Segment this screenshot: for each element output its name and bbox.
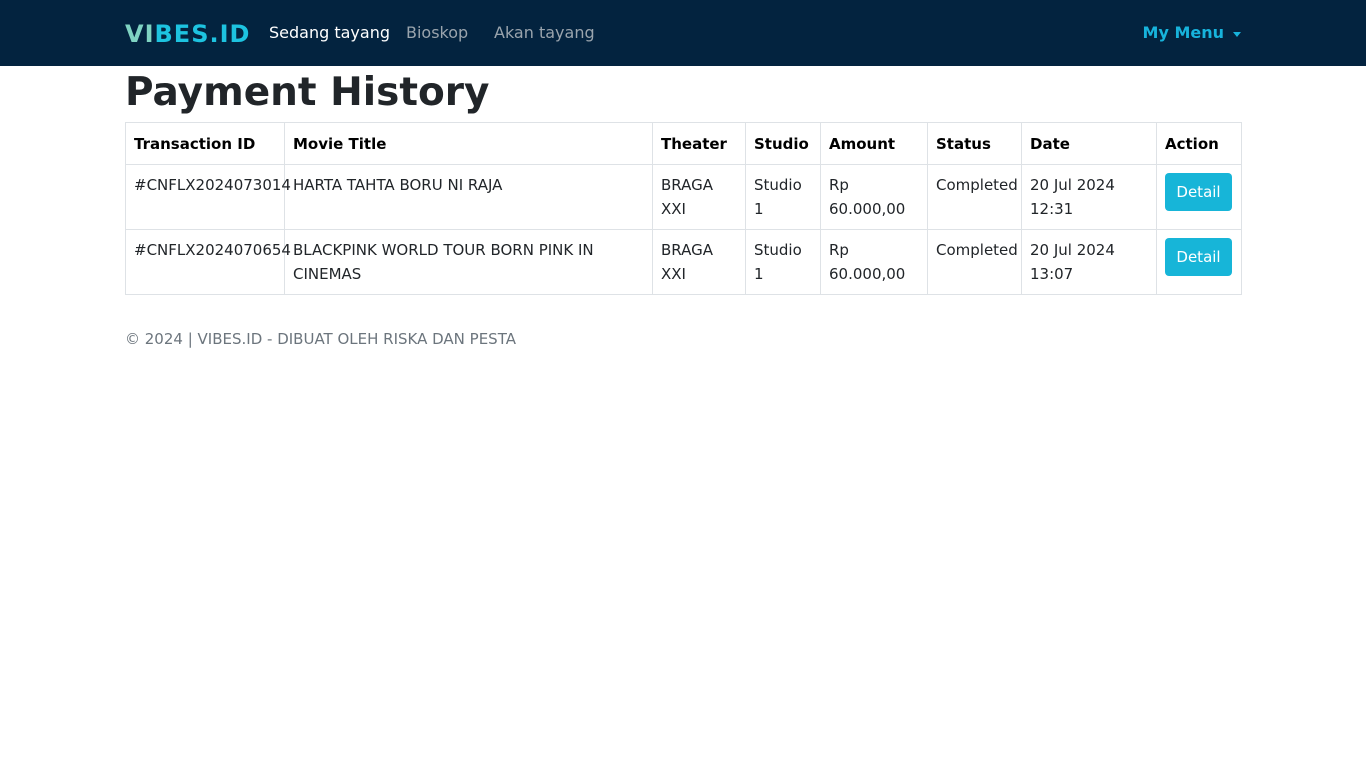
header-studio: Studio (745, 122, 821, 165)
table-row: #CNFLX2024073014 HARTA TAHTA BORU NI RAJ… (125, 164, 1242, 230)
my-menu-dropdown[interactable]: My Menu (1143, 22, 1241, 44)
my-menu-label: My Menu (1142, 23, 1224, 42)
cell-status: Completed (927, 229, 1022, 295)
payment-history-table: Transaction ID Movie Title Theater Studi… (125, 122, 1242, 295)
cell-transaction-id: #CNFLX2024073014 (125, 164, 291, 230)
brand-logo[interactable]: VIBES.ID (125, 20, 250, 48)
table-header: Transaction ID Movie Title Theater Studi… (125, 122, 1242, 165)
cell-studio: Studio 1 (745, 229, 821, 295)
cell-date: 20 Jul 2024 12:31 (1021, 164, 1157, 230)
header-action: Action (1156, 122, 1242, 165)
header-transaction-id: Transaction ID (125, 122, 285, 165)
cell-amount: Rp 60.000,00 (820, 229, 928, 295)
header-date: Date (1021, 122, 1157, 165)
header-movie-title: Movie Title (284, 122, 653, 165)
cell-movie-title: BLACKPINK WORLD TOUR BORN PINK IN CINEMA… (284, 229, 653, 295)
table-header-row: Transaction ID Movie Title Theater Studi… (125, 122, 1242, 165)
top-navbar: VIBES.ID Sedang tayang Bioskop Akan taya… (0, 0, 1366, 66)
detail-button[interactable]: Detail (1165, 238, 1232, 276)
table-body: #CNFLX2024073014 HARTA TAHTA BORU NI RAJ… (125, 164, 1242, 295)
cell-status: Completed (927, 164, 1022, 230)
brand-text-part2: BES.ID (154, 20, 251, 48)
cell-theater: BRAGA XXI (652, 229, 746, 295)
cell-action: Detail (1156, 229, 1242, 295)
cell-amount: Rp 60.000,00 (820, 164, 928, 230)
nav-link-bioskop[interactable]: Bioskop (406, 22, 468, 44)
header-theater: Theater (652, 122, 746, 165)
cell-transaction-id: #CNFLX2024070654 (125, 229, 291, 295)
header-status: Status (927, 122, 1022, 165)
header-amount: Amount (820, 122, 928, 165)
page-title: Payment History (125, 70, 490, 115)
nav-link-akan-tayang[interactable]: Akan tayang (494, 22, 595, 44)
cell-movie-title: HARTA TAHTA BORU NI RAJA (284, 164, 653, 230)
cell-theater: BRAGA XXI (652, 164, 746, 230)
cell-date: 20 Jul 2024 13:07 (1021, 229, 1157, 295)
table-row: #CNFLX2024070654 BLACKPINK WORLD TOUR BO… (125, 229, 1242, 295)
footer-text: © 2024 | VIBES.ID - DIBUAT OLEH RISKA DA… (125, 330, 516, 348)
caret-down-icon (1233, 31, 1241, 37)
detail-button[interactable]: Detail (1165, 173, 1232, 211)
navbar-container: VIBES.ID Sedang tayang Bioskop Akan taya… (125, 0, 1241, 66)
brand-text-part1: VI (125, 20, 155, 48)
cell-action: Detail (1156, 164, 1242, 230)
cell-studio: Studio 1 (745, 164, 821, 230)
nav-link-sedang-tayang[interactable]: Sedang tayang (269, 22, 390, 44)
